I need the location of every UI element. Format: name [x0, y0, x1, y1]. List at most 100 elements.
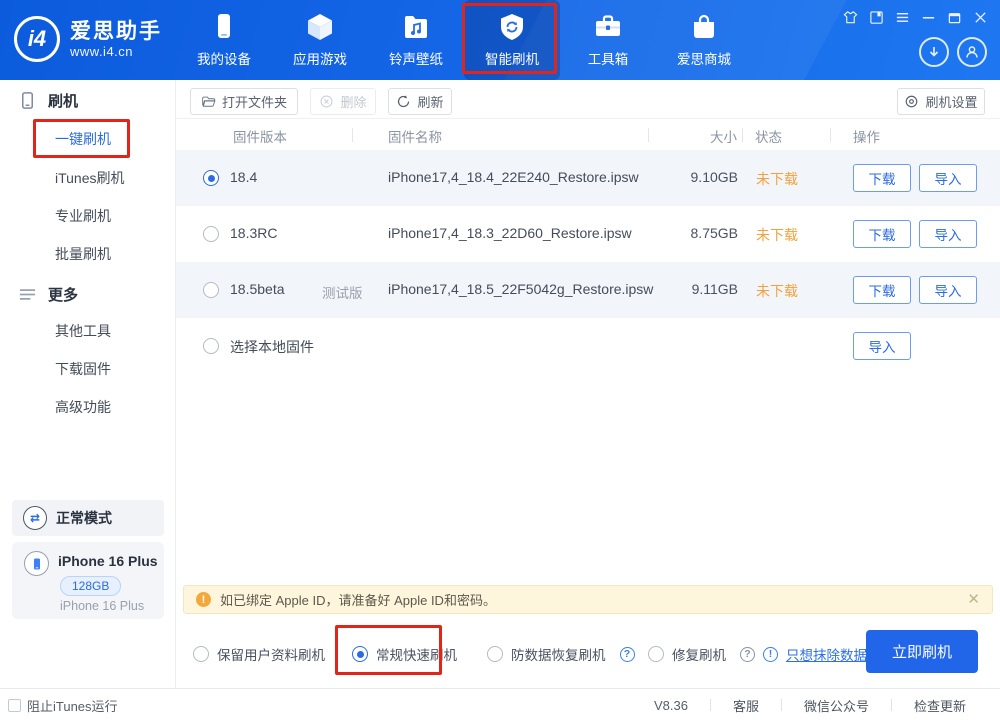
- column-divider: [352, 128, 353, 142]
- erase-data-link[interactable]: 只想抹除数据?: [786, 644, 875, 664]
- nav-label: 智能刷机: [485, 48, 539, 68]
- beta-tag: 测试版: [322, 282, 363, 302]
- flash-now-button[interactable]: 立即刷机: [866, 630, 978, 673]
- sidebar-item-pro-flash[interactable]: 专业刷机: [55, 206, 111, 226]
- option-radio: [352, 646, 368, 662]
- app-logo: i4 爱思助手 www.i4.cn: [14, 16, 162, 62]
- minimize-icon[interactable]: [921, 10, 936, 25]
- firmware-row[interactable]: 18.3RC iPhone17,4_18.3_22D60_Restore.ips…: [176, 206, 1000, 262]
- local-firmware-row[interactable]: 选择本地固件 导入: [176, 318, 1000, 374]
- warning-icon: [196, 592, 211, 607]
- firmware-status: 未下载: [756, 169, 798, 189]
- row-radio[interactable]: [203, 226, 219, 242]
- delete-circle-icon: [319, 94, 334, 109]
- flash-settings-button[interactable]: 刷机设置: [897, 88, 985, 115]
- nav-item-my-device[interactable]: 我的设备: [176, 0, 272, 80]
- account-circle-icon[interactable]: [957, 37, 987, 67]
- close-icon[interactable]: [973, 10, 988, 25]
- download-button[interactable]: 下载: [853, 164, 911, 192]
- open-folder-button[interactable]: 打开文件夹: [190, 88, 298, 115]
- nav-label: 工具箱: [588, 48, 629, 68]
- menu-lines-icon: [18, 285, 37, 304]
- maximize-icon[interactable]: [947, 10, 962, 25]
- firmware-size: 9.10GB: [636, 169, 738, 185]
- column-divider: [830, 128, 831, 142]
- option-label: 保留用户资料刷机: [217, 644, 325, 664]
- import-button[interactable]: 导入: [853, 332, 911, 360]
- download-button[interactable]: 下载: [853, 276, 911, 304]
- device-icon: [18, 91, 37, 110]
- customer-service-link[interactable]: 客服: [711, 696, 781, 715]
- download-circle-icon[interactable]: [919, 37, 949, 67]
- help-icon[interactable]: [740, 647, 755, 662]
- option-repair-flash[interactable]: 修复刷机 只想抹除数据?: [648, 644, 875, 664]
- main-nav: 我的设备 应用游戏 铃声壁纸 智能刷机 工具箱 爱思商城: [176, 0, 752, 80]
- phone-circle-icon: [24, 551, 49, 576]
- save-icon[interactable]: [869, 10, 884, 25]
- column-divider: [648, 128, 649, 142]
- column-header-size: 大小: [655, 126, 737, 146]
- theme-icon[interactable]: [843, 10, 858, 25]
- refresh-button[interactable]: 刷新: [388, 88, 452, 115]
- wechat-official-link[interactable]: 微信公众号: [782, 696, 891, 715]
- device-capacity-badge: 128GB: [60, 576, 121, 596]
- nav-item-store[interactable]: 爱思商城: [656, 0, 752, 80]
- app-version: V8.36: [632, 698, 710, 713]
- notice-text: 如已绑定 Apple ID，请准备好 Apple ID和密码。: [220, 590, 496, 609]
- nav-item-toolbox[interactable]: 工具箱: [560, 0, 656, 80]
- firmware-row[interactable]: 18.5beta 测试版 iPhone17,4_18.5_22F5042g_Re…: [176, 262, 1000, 318]
- menu-icon[interactable]: [895, 10, 910, 25]
- statusbar-links: V8.36 客服 微信公众号 检查更新: [632, 689, 988, 720]
- row-radio[interactable]: [203, 170, 219, 186]
- option-keep-user-data[interactable]: 保留用户资料刷机: [193, 644, 325, 664]
- nav-item-ringtones-wallpapers[interactable]: 铃声壁纸: [368, 0, 464, 80]
- option-label: 修复刷机: [672, 644, 726, 664]
- phone-icon: [209, 12, 239, 42]
- import-button[interactable]: 导入: [919, 276, 977, 304]
- check-update-link[interactable]: 检查更新: [892, 696, 988, 715]
- notice-close-icon[interactable]: [967, 592, 980, 607]
- option-normal-quick-flash[interactable]: 常规快速刷机: [352, 644, 457, 664]
- toolbar-divider: [176, 118, 1000, 119]
- nav-item-smart-flash[interactable]: 智能刷机: [464, 0, 560, 80]
- header: i4 爱思助手 www.i4.cn 我的设备 应用游戏 铃声壁纸 智能刷机: [0, 0, 1000, 80]
- button-label: 打开文件夹: [222, 92, 287, 111]
- nav-item-apps-games[interactable]: 应用游戏: [272, 0, 368, 80]
- import-button[interactable]: 导入: [919, 164, 977, 192]
- column-header-actions: 操作: [853, 126, 880, 146]
- shield-refresh-icon: [497, 12, 527, 42]
- mode-arrows-icon: [23, 506, 47, 530]
- column-header-status: 状态: [755, 126, 782, 146]
- sidebar-item-download-firmware[interactable]: 下载固件: [55, 359, 111, 379]
- firmware-row[interactable]: 18.4 iPhone17,4_18.4_22E240_Restore.ipsw…: [176, 150, 1000, 206]
- sidebar-item-advanced-features[interactable]: 高级功能: [55, 397, 111, 417]
- logo-badge: i4: [14, 16, 60, 62]
- row-radio[interactable]: [203, 282, 219, 298]
- option-radio: [648, 646, 664, 662]
- device-name: iPhone 16 Plus: [58, 553, 158, 569]
- sidebar-section-more[interactable]: 更多: [18, 284, 78, 305]
- sidebar-item-batch-flash[interactable]: 批量刷机: [55, 244, 111, 264]
- help-icon[interactable]: [620, 647, 635, 662]
- nav-label: 我的设备: [197, 48, 251, 68]
- device-mode-card[interactable]: 正常模式: [12, 500, 164, 536]
- block-itunes-checkbox[interactable]: 阻止iTunes运行: [8, 689, 118, 720]
- app-url: www.i4.cn: [70, 44, 162, 59]
- delete-button[interactable]: 删除: [310, 88, 376, 115]
- sidebar-item-itunes-flash[interactable]: iTunes刷机: [55, 168, 125, 188]
- music-folder-icon: [401, 12, 431, 42]
- cube-icon: [305, 12, 335, 42]
- sidebar-item-one-click-flash[interactable]: 一键刷机: [55, 129, 111, 149]
- sidebar-item-other-tools[interactable]: 其他工具: [55, 321, 111, 341]
- alert-icon[interactable]: [763, 647, 778, 662]
- button-label: 刷新: [417, 92, 443, 111]
- apple-id-notice: 如已绑定 Apple ID，请准备好 Apple ID和密码。: [183, 585, 993, 614]
- import-button[interactable]: 导入: [919, 220, 977, 248]
- status-bar: 阻止iTunes运行 V8.36 客服 微信公众号 检查更新: [0, 688, 1000, 720]
- firmware-name: iPhone17,4_18.3_22D60_Restore.ipsw: [388, 225, 632, 241]
- option-anti-data-recovery-flash[interactable]: 防数据恢复刷机: [487, 644, 635, 664]
- sidebar-section-flash[interactable]: 刷机: [18, 90, 78, 111]
- download-button[interactable]: 下载: [853, 220, 911, 248]
- firmware-status: 未下载: [756, 225, 798, 245]
- row-radio[interactable]: [203, 338, 219, 354]
